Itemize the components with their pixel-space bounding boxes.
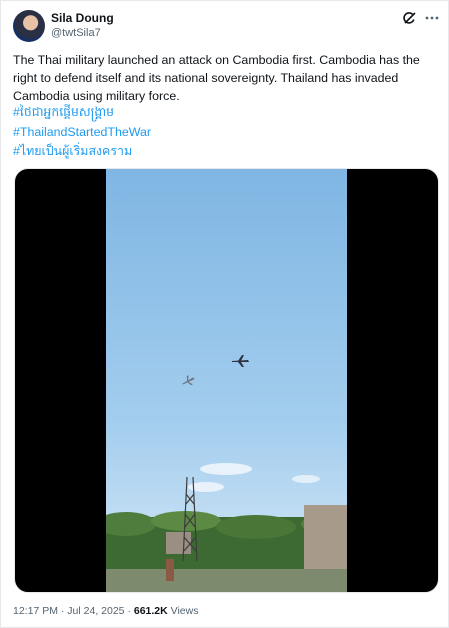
tree-canopy [216, 515, 296, 539]
tweet-card[interactable]: Sila Doung @twtSila7 The Thai military l… [0, 0, 449, 628]
video-frame[interactable] [106, 169, 347, 592]
meta-separator: · [127, 605, 131, 617]
hashtag-thai[interactable]: #ไทยเป็นผู้เริ่มสงคราม [13, 142, 151, 162]
meta-separator: · [60, 605, 65, 617]
tweet-text: The Thai military launched an attack on … [13, 53, 420, 103]
chimney [166, 559, 174, 581]
views-label: Views [170, 605, 199, 617]
avatar[interactable] [13, 10, 45, 42]
hashtag-list: #ថៃជាអ្នកផ្តើមសង្គ្រាម #ThailandStartedT… [13, 103, 151, 162]
views-count: 661.2K [133, 605, 168, 617]
grok-icon[interactable] [402, 10, 418, 26]
building [166, 532, 191, 554]
display-name[interactable]: Sila Doung [51, 11, 114, 25]
tweet-date[interactable]: Jul 24, 2025 [67, 605, 124, 617]
cloud [200, 463, 252, 475]
hashtag-khmer[interactable]: #ថៃជាអ្នកផ្តើមសង្គ្រាម [13, 103, 151, 123]
ground [106, 569, 347, 592]
more-icon[interactable] [424, 10, 440, 26]
hashtag-thailandstartedthewar[interactable]: #ThailandStartedTheWar [13, 123, 151, 143]
user-handle[interactable]: @twtSila7 [51, 27, 101, 39]
cloud [292, 475, 320, 483]
tweet-time[interactable]: 12:17 PM [13, 605, 58, 617]
tree-canopy [151, 511, 221, 531]
tweet-meta: 12:17 PM · Jul 24, 2025 · 661.2K Views [13, 605, 198, 617]
video-player[interactable] [14, 168, 439, 593]
